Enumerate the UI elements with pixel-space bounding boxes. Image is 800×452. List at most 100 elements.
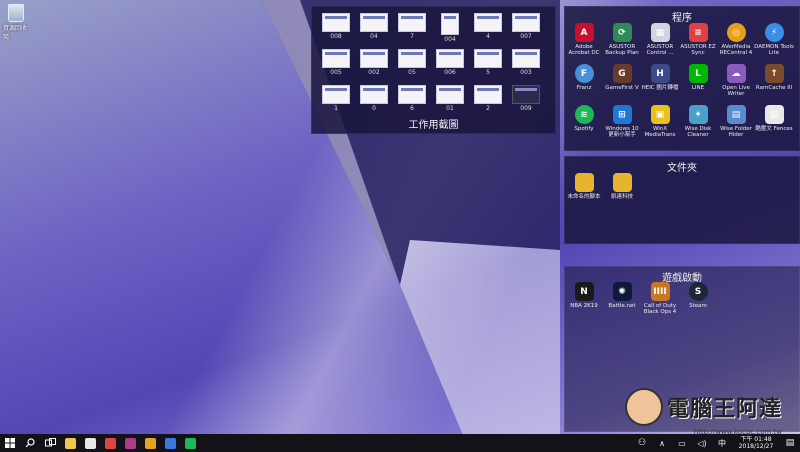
shortcut-item[interactable]: H HEIC 圖片轉檔 <box>641 64 679 105</box>
screenshot-file-label: 004 <box>444 36 456 43</box>
watermark-text: 電腦王阿達 <box>666 397 782 422</box>
screenshot-file[interactable]: 008 <box>317 13 355 49</box>
screenshot-file-label: 005 <box>330 69 342 76</box>
shortcut-item[interactable]: ⟳ ASUSTOR Backup Plan <box>603 23 641 64</box>
image-thumbnail-icon <box>474 49 502 68</box>
shortcut-item[interactable]: ⊞ Windows 10 更新小幫手 <box>603 105 641 146</box>
watermark: 電腦王阿達 http://www.kocpc.com.tw <box>624 388 782 436</box>
screenshot-file[interactable]: 006 <box>431 49 469 85</box>
shortcut-label: WinX MediaTrans <box>644 126 676 139</box>
screenshot-file-label: 2 <box>486 105 490 112</box>
shortcut-item[interactable]: ↑ RamCache III <box>755 64 793 105</box>
image-thumbnail-icon <box>322 49 350 68</box>
image-thumbnail-icon <box>441 13 459 35</box>
shortcut-item[interactable]: IIII Call of Duty Black Ops 4 <box>641 282 679 326</box>
screenshot-file[interactable]: 7 <box>393 13 431 49</box>
screenshot-file[interactable]: 4 <box>469 13 507 49</box>
fence-programs[interactable]: 程序 A Adobe Acrobat DC ⟳ ASUSTOR Backup Plan… <box>564 6 800 151</box>
screenshot-file-label: 05 <box>408 69 416 76</box>
screenshot-file[interactable]: 05 <box>393 49 431 85</box>
notification-icon: ▤ <box>785 438 795 448</box>
shortcut-item[interactable]: 凱達科技 <box>603 173 641 213</box>
recycle-bin-icon <box>8 4 24 22</box>
screenshot-file-label: 01 <box>446 105 454 112</box>
task-view-button[interactable] <box>40 434 60 452</box>
screenshot-file[interactable]: 005 <box>317 49 355 85</box>
programs-grid: A Adobe Acrobat DC ⟳ ASUSTOR Backup Plan ▦ AS… <box>565 23 794 146</box>
recycle-bin[interactable]: 資源回收筒 <box>3 4 29 41</box>
image-thumbnail-icon <box>322 85 350 104</box>
start-button[interactable] <box>0 434 20 452</box>
shortcut-item[interactable]: ≋ Spotify <box>565 105 603 146</box>
shortcut-item[interactable]: ▥ 酷壓文 Fences <box>755 105 793 146</box>
shortcut-item[interactable]: ▤ Wise Folder Hider <box>717 105 755 146</box>
screenshot-file-label: 7 <box>410 33 414 40</box>
shortcut-item[interactable]: ✺ Battle.net <box>603 282 641 326</box>
shortcut-item[interactable]: L LINE <box>679 64 717 105</box>
taskbar-app-button[interactable] <box>140 434 160 452</box>
shortcut-item[interactable]: S Steam <box>679 282 717 326</box>
volume-button[interactable]: ◁) <box>692 434 712 452</box>
shortcut-item[interactable]: ▣ WinX MediaTrans <box>641 105 679 146</box>
taskbar-app-button[interactable] <box>160 434 180 452</box>
shortcut-label: Steam <box>689 303 707 309</box>
franz-icon: F <box>574 64 594 83</box>
shortcut-item[interactable]: N NBA 2K19 <box>565 282 603 326</box>
screenshot-file-label: 003 <box>520 69 532 76</box>
shortcut-item[interactable]: ◎ AVerMedia RECentral 4 <box>717 23 755 64</box>
speaker-icon: ◁) <box>697 438 707 448</box>
taskbar-app-button[interactable] <box>60 434 80 452</box>
ime-button[interactable]: 中 <box>712 434 732 452</box>
screenshot-file[interactable]: 004 <box>431 13 469 49</box>
screenshot-file[interactable]: 04 <box>355 13 393 49</box>
shortcut-label: 凱達科技 <box>610 194 633 200</box>
network-button[interactable]: ▭ <box>672 434 692 452</box>
shortcut-item[interactable]: F Franz <box>565 64 603 105</box>
clock[interactable]: 下午 01:48 2018/12/27 <box>732 436 780 450</box>
daemon-icon: ⚡ <box>764 23 784 42</box>
people-button[interactable]: ⚇ <box>632 434 652 452</box>
fence-folders[interactable]: 文件夾 未命名的腳本 凱達科技 <box>564 156 800 244</box>
shortcut-label: 未命名的腳本 <box>567 194 601 200</box>
speedometer-icon <box>124 437 136 449</box>
shortcut-item[interactable]: ▦ ASUSTOR Control ... <box>641 23 679 64</box>
folder-icon <box>612 173 632 192</box>
shortcut-item[interactable]: 未命名的腳本 <box>565 173 603 213</box>
ime-icon: 中 <box>718 438 726 448</box>
image-thumbnail-icon <box>512 85 540 104</box>
search-button[interactable] <box>20 434 40 452</box>
taskbar-app-button[interactable] <box>80 434 100 452</box>
shortcut-item[interactable]: ✦ Wise Disk Cleaner <box>679 105 717 146</box>
task-view-icon <box>44 438 56 447</box>
network-icon: ▭ <box>678 438 686 448</box>
taskbar-app-button[interactable] <box>180 434 200 452</box>
shortcut-item[interactable]: G GameFirst V <box>603 64 641 105</box>
screenshot-file[interactable]: 5 <box>469 49 507 85</box>
livewriter-icon: ☁ <box>726 64 746 83</box>
taskbar: ⚇ ∧ ▭ ◁) 中 下午 01:48 2018/12/27 ▤ <box>0 434 800 452</box>
screenshot-file-label: 1 <box>334 105 338 112</box>
shortcut-item[interactable]: ☁ Open Live Writer <box>717 64 755 105</box>
gamefirst-icon: G <box>612 64 632 83</box>
screenshot-file[interactable]: 003 <box>507 49 545 85</box>
fence-screenshots[interactable]: 008 04 7 004 4 007 005 002 05 006 5 003 1 0 6 01 2 009 工作… <box>311 6 556 134</box>
screenshot-file[interactable]: 007 <box>507 13 545 49</box>
recentral-icon: ◎ <box>726 23 746 42</box>
shortcut-item[interactable]: ≡ ASUSTOR EZ Sync <box>679 23 717 64</box>
shortcut-label: Spotify <box>574 126 594 132</box>
fence-programs-title: 程序 <box>672 13 692 24</box>
acrobat-icon: A <box>574 23 594 42</box>
taskbar-app-button[interactable] <box>120 434 140 452</box>
fence-screenshots-title: 工作用截圖 <box>408 120 459 131</box>
shortcut-label: Windows 10 更新小幫手 <box>605 126 639 139</box>
tray-expand-button[interactable]: ∧ <box>652 434 672 452</box>
heic-icon: H <box>650 64 670 83</box>
taskbar-app-button[interactable] <box>100 434 120 452</box>
shortcut-label: Call of Duty Black Ops 4 <box>643 303 677 316</box>
action-center-button[interactable]: ▤ <box>780 434 800 452</box>
screenshot-file[interactable]: 002 <box>355 49 393 85</box>
shortcut-item[interactable]: ⚡ DAEMON Tools Lite <box>754 23 794 64</box>
shortcut-label: Wise Disk Cleaner <box>684 126 712 139</box>
shortcut-item[interactable]: A Adobe Acrobat DC <box>565 23 603 64</box>
paint-icon <box>104 437 116 449</box>
